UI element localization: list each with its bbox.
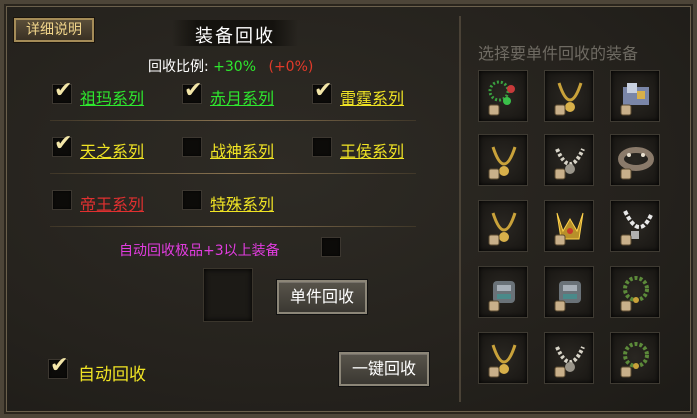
onekey-recycle-button[interactable]: 一键回收: [339, 352, 429, 386]
auto-high-label: 自动回收极品+3以上装备: [119, 243, 280, 259]
ratio-bonus: (+0%): [268, 59, 314, 75]
bracer-armor-icon: [554, 281, 581, 312]
equipment-slot[interactable]: [478, 200, 528, 252]
auto-recycle-checkbox[interactable]: ✔: [48, 355, 68, 379]
equipment-slot[interactable]: [610, 332, 660, 384]
divider: [50, 120, 416, 121]
series-label-leiting[interactable]: 雷霆系列: [340, 85, 404, 109]
necklace-gold-icon: [488, 212, 517, 246]
equipment-slot[interactable]: [610, 200, 660, 252]
series-label-chiyue[interactable]: 赤月系列: [210, 85, 274, 109]
necklace-skull-icon: [554, 346, 585, 378]
series-label-diwang[interactable]: 帝王系列: [80, 191, 144, 215]
series-checkbox-tianzhi[interactable]: ✔: [52, 133, 72, 157]
necklace-gold-icon: [488, 146, 517, 180]
detail-button[interactable]: 详细说明: [14, 18, 94, 42]
equipment-slot[interactable]: [610, 134, 660, 186]
necklace-chain-icon: [620, 210, 653, 246]
divider: [50, 173, 416, 174]
series-checkbox-zuma[interactable]: ✔: [52, 80, 72, 104]
equipment-slot[interactable]: [610, 266, 660, 318]
equipment-slot[interactable]: [478, 134, 528, 186]
checkmark-icon: ✔: [54, 78, 73, 103]
divider: [50, 226, 416, 227]
series-label-teshu[interactable]: 特殊系列: [210, 191, 274, 215]
recycle-ratio: 回收比例: +30% (+0%): [148, 56, 313, 76]
equipment-slot[interactable]: [478, 266, 528, 318]
checkmark-icon: ✔: [54, 131, 73, 156]
equipment-slot[interactable]: [610, 70, 660, 122]
series-checkbox-teshu[interactable]: [182, 190, 202, 210]
ratio-value: +30%: [213, 59, 257, 75]
checkmark-icon: ✔: [314, 78, 333, 103]
bracelet-jade-icon: [620, 276, 649, 312]
bracer-armor-icon: [488, 281, 515, 312]
series-label-zhanshen[interactable]: 战神系列: [210, 138, 274, 162]
window-title: 装备回收: [195, 26, 275, 47]
bracelet-jade-icon: [620, 342, 649, 378]
necklace-gold-icon: [554, 82, 583, 116]
equipment-slot[interactable]: [544, 266, 594, 318]
series-checkbox-wanghou[interactable]: [312, 137, 332, 157]
checkmark-icon: ✔: [50, 353, 69, 378]
select-equipment-title: 选择要单件回收的装备: [478, 44, 639, 63]
bracelet-beads-icon: [488, 80, 515, 116]
necklace-skull-icon: [554, 148, 585, 180]
series-checkbox-diwang[interactable]: [52, 190, 72, 210]
series-label-zuma[interactable]: 祖玛系列: [80, 85, 144, 109]
crown-horned-icon: [554, 212, 584, 246]
gem-pile-icon: [620, 83, 649, 116]
equipment-slot[interactable]: [544, 70, 594, 122]
equipment-slot[interactable]: [544, 332, 594, 384]
equipment-slot[interactable]: [544, 200, 594, 252]
checkmark-icon: ✔: [184, 78, 203, 103]
equipment-slot[interactable]: [478, 70, 528, 122]
series-checkbox-zhanshen[interactable]: [182, 137, 202, 157]
belt-studded-icon: [618, 147, 654, 180]
single-recycle-button[interactable]: 单件回收: [277, 280, 367, 314]
recycle-item-slot[interactable]: [203, 268, 253, 322]
auto-high-checkbox[interactable]: [321, 237, 341, 257]
series-checkbox-leiting[interactable]: ✔: [312, 80, 332, 104]
necklace-gold-icon: [488, 344, 517, 378]
series-label-wanghou[interactable]: 王侯系列: [340, 138, 404, 162]
auto-recycle-label: 自动回收: [78, 365, 146, 385]
equipment-slot[interactable]: [544, 134, 594, 186]
series-checkbox-chiyue[interactable]: ✔: [182, 80, 202, 104]
ratio-label: 回收比例:: [148, 59, 209, 75]
series-label-tianzhi[interactable]: 天之系列: [80, 138, 144, 162]
equipment-slot[interactable]: [478, 332, 528, 384]
